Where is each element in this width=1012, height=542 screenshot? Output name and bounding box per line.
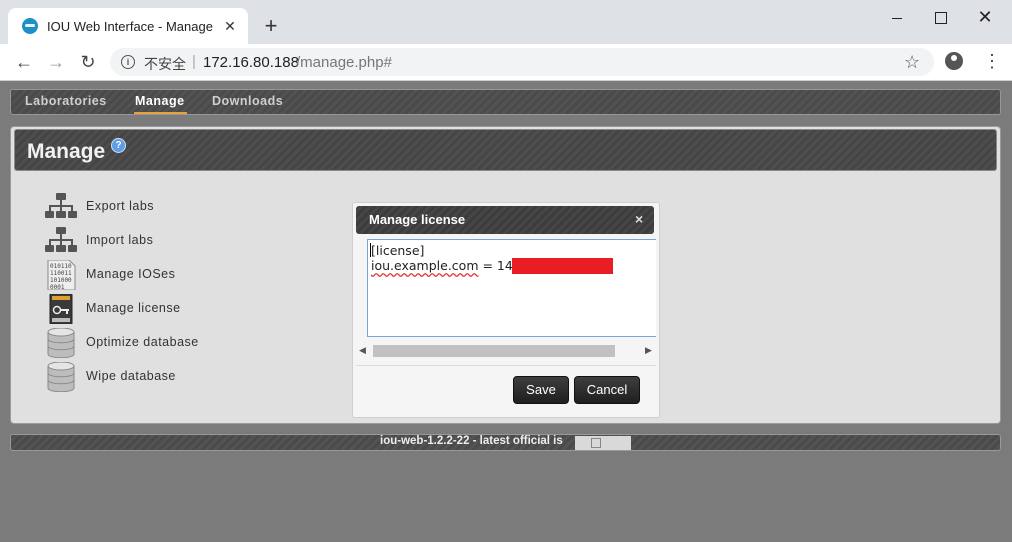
license-key-icon xyxy=(49,294,73,324)
reload-icon[interactable]: ↻ xyxy=(76,50,100,74)
horizontal-scrollbar[interactable]: ◀ ▶ xyxy=(359,343,653,359)
new-tab-button[interactable]: + xyxy=(258,13,284,39)
menu-item-manage-license[interactable]: Manage license xyxy=(45,294,245,324)
redaction-block xyxy=(512,258,613,274)
maximize-icon xyxy=(935,12,947,25)
menu-item-label: Export labs xyxy=(86,199,155,213)
window-close-button[interactable]: ✕ xyxy=(962,6,1008,28)
svg-text:110011: 110011 xyxy=(50,270,72,277)
menu-item-label: Import labs xyxy=(86,233,154,247)
menu-icon[interactable]: ⋮ xyxy=(983,51,1001,71)
page-title: Manage xyxy=(27,140,106,163)
security-label: 不安全 xyxy=(144,56,186,72)
nav-laboratories[interactable]: Laboratories xyxy=(25,94,107,108)
license-text-line: iou.example.com = 145 xyxy=(371,258,521,273)
url-separator: | xyxy=(192,53,196,70)
divider xyxy=(356,365,656,366)
help-icon[interactable]: ? xyxy=(111,138,126,153)
sitemap-icon xyxy=(45,227,77,252)
browser-tab[interactable]: IOU Web Interface - Manage ✕ xyxy=(8,8,248,44)
menu-item-import-labs[interactable]: Import labs xyxy=(45,226,245,256)
broken-image-icon xyxy=(591,438,601,448)
window-maximize-button[interactable] xyxy=(918,6,964,28)
footer-bar: iou-web-1.2.2-22 - latest official is xyxy=(10,434,1001,451)
back-icon[interactable]: ← xyxy=(12,50,36,74)
svg-text:0001: 0001 xyxy=(50,284,65,290)
menu-item-optimize-database[interactable]: Optimize database xyxy=(45,328,245,358)
latest-version-badge xyxy=(575,436,631,450)
version-text: iou-web-1.2.2-22 - latest official is xyxy=(380,435,563,447)
active-nav-indicator xyxy=(134,112,187,114)
license-textarea[interactable]: [license] iou.example.com = 145 xyxy=(367,239,656,337)
menu-item-label: Optimize database xyxy=(86,335,199,349)
sitemap-icon xyxy=(45,193,77,218)
star-icon[interactable]: ☆ xyxy=(904,52,920,73)
save-button[interactable]: Save xyxy=(513,376,569,404)
license-host: iou.example.com xyxy=(371,258,479,273)
page: Laboratories Manage Downloads Manage ? E… xyxy=(0,81,1012,542)
url-path: /manage.php# xyxy=(296,54,392,71)
binary-file-icon: 010110 110011 101000 0001 xyxy=(47,260,76,290)
menu-item-label: Wipe database xyxy=(86,369,176,383)
browser-titlebar: IOU Web Interface - Manage ✕ + ✕ xyxy=(0,0,1012,44)
browser-toolbar: ← → ↻ i 不安全 | 172.16.80.188 /manage.php# xyxy=(0,44,1012,81)
tab-close-icon[interactable]: ✕ xyxy=(220,18,240,35)
menu-item-label: Manage IOSes xyxy=(86,267,176,281)
nav-manage[interactable]: Manage xyxy=(135,94,185,108)
close-icon[interactable]: × xyxy=(635,211,643,227)
menu-item-wipe-database[interactable]: Wipe database xyxy=(45,362,245,392)
scroll-left-icon[interactable]: ◀ xyxy=(359,345,366,356)
tab-title: IOU Web Interface - Manage xyxy=(47,18,213,34)
url-host: 172.16.80.188 xyxy=(203,54,299,71)
cancel-button[interactable]: Cancel xyxy=(574,376,640,404)
scroll-right-icon[interactable]: ▶ xyxy=(645,345,652,356)
scrollbar-thumb[interactable] xyxy=(373,345,615,357)
window-minimize-button[interactable] xyxy=(874,6,920,28)
nav-downloads[interactable]: Downloads xyxy=(212,94,283,108)
minimize-icon xyxy=(892,17,902,19)
favicon-icon xyxy=(22,18,38,34)
address-bar[interactable]: i 不安全 | 172.16.80.188 /manage.php# xyxy=(110,48,934,76)
panel-header: Manage ? xyxy=(14,129,997,171)
license-text-line: [license] xyxy=(371,243,425,258)
svg-text:010110: 010110 xyxy=(50,263,72,270)
forward-icon[interactable]: → xyxy=(44,50,68,74)
menu-item-export-labs[interactable]: Export labs xyxy=(45,192,245,222)
svg-text:101000: 101000 xyxy=(50,277,72,284)
profile-icon[interactable] xyxy=(945,52,963,70)
manage-license-dialog: Manage license × [license] iou.example.c… xyxy=(352,202,660,418)
menu-item-label: Manage license xyxy=(86,301,181,315)
top-navigation: Laboratories Manage Downloads xyxy=(10,89,1001,115)
dialog-title: Manage license xyxy=(369,212,466,227)
info-icon[interactable]: i xyxy=(121,55,135,69)
menu-item-manage-ioses[interactable]: 010110 110011 101000 0001 Manage IOSes xyxy=(45,260,245,290)
database-icon xyxy=(47,362,75,392)
database-icon xyxy=(47,328,75,358)
dialog-header: Manage license × xyxy=(356,206,654,234)
